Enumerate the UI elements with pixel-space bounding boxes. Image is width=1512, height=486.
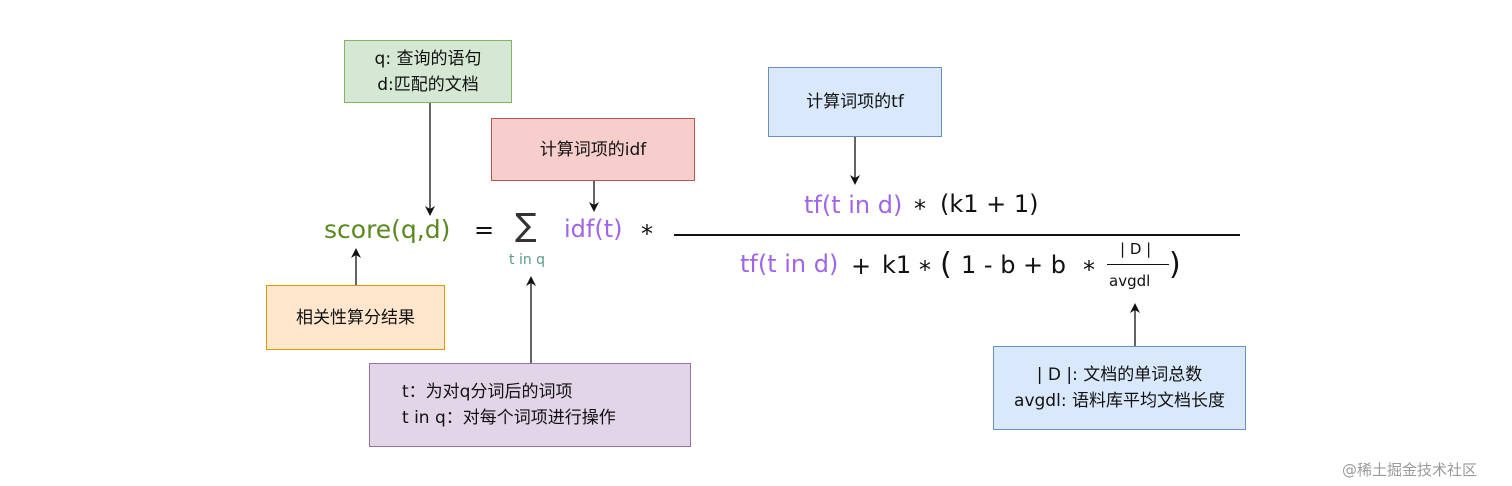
watermark: @稀土掘金技术社区 xyxy=(1342,461,1478,479)
connector-arrows xyxy=(351,103,1140,363)
